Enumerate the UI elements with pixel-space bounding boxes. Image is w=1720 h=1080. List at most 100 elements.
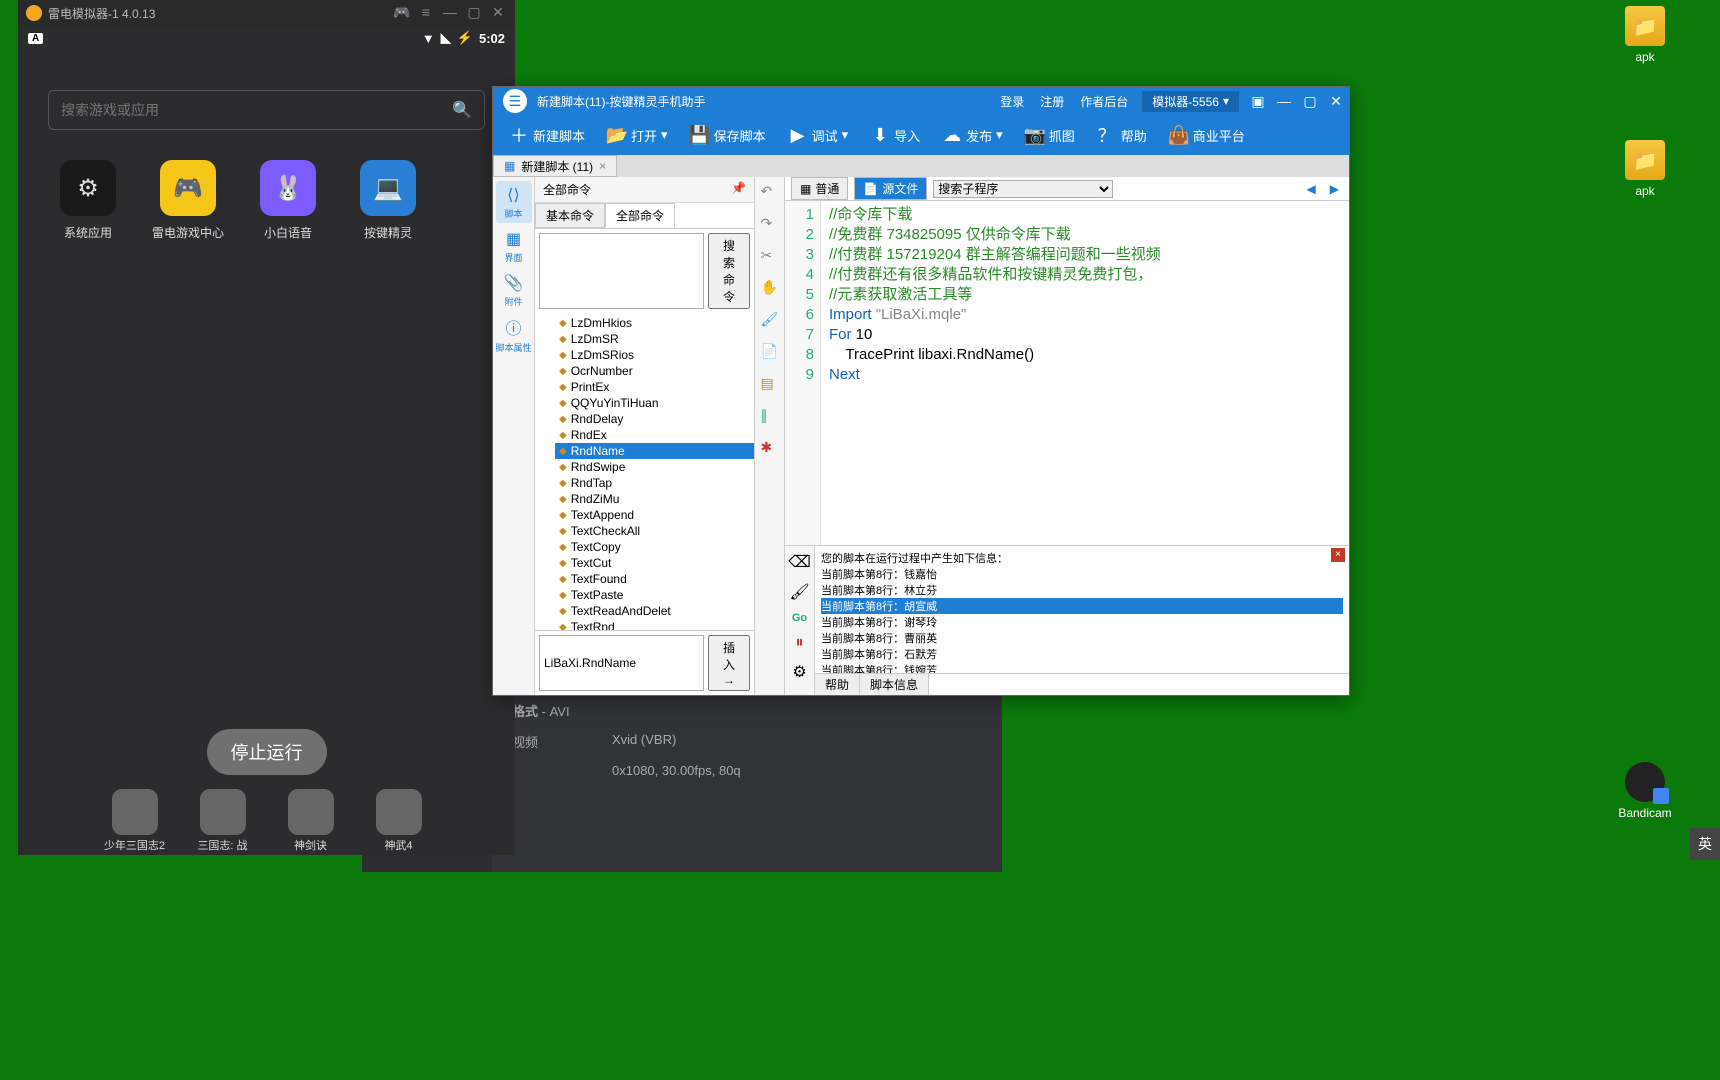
paint-icon[interactable]: 🖌 bbox=[761, 311, 779, 329]
command-item[interactable]: ◆TextCopy bbox=[555, 539, 754, 555]
pin-icon[interactable]: 📌 bbox=[731, 181, 746, 198]
view-normal[interactable]: ▦普通 bbox=[791, 177, 848, 200]
dock-app[interactable]: 神剑诀 bbox=[276, 789, 346, 855]
import-button[interactable]: ⬇导入 bbox=[860, 121, 930, 149]
app-icon[interactable]: 💻按键精灵 bbox=[348, 160, 428, 241]
hand-icon[interactable]: ✋ bbox=[761, 279, 779, 297]
link-login[interactable]: 登录 bbox=[1000, 93, 1024, 110]
dock-app[interactable]: 三国志: 战 bbox=[188, 789, 258, 855]
command-item[interactable]: ◆RndDelay bbox=[555, 411, 754, 427]
bug-icon[interactable]: ✱ bbox=[761, 439, 779, 457]
code-editor[interactable]: 123456789 //命令库下载//免费群 734825095 仅供命令库下载… bbox=[785, 201, 1349, 545]
command-item[interactable]: ◆TextRnd bbox=[555, 619, 754, 630]
undo-icon[interactable]: ↶ bbox=[761, 183, 779, 201]
command-item[interactable]: ◆RndZiMu bbox=[555, 491, 754, 507]
output-line[interactable]: 当前脚本第8行：曹丽英 bbox=[821, 630, 1343, 646]
app-icon[interactable]: 🐰小白语音 bbox=[248, 160, 328, 241]
cmd-selected-name[interactable] bbox=[539, 635, 704, 691]
command-item[interactable]: ◆QQYuYinTiHuan bbox=[555, 395, 754, 411]
output-tab-help[interactable]: 帮助 bbox=[815, 674, 860, 695]
sidebar-attach[interactable]: 📎附件 bbox=[496, 269, 532, 311]
view-source[interactable]: 📄源文件 bbox=[854, 177, 927, 200]
gamepad-icon[interactable]: 🎮 bbox=[393, 4, 411, 22]
search-icon[interactable]: 🔍 bbox=[452, 100, 472, 120]
output-line[interactable]: 当前脚本第8行：钱婉芳 bbox=[821, 662, 1343, 673]
cmd-tab-all[interactable]: 全部命令 bbox=[605, 203, 675, 228]
device-selector[interactable]: 模拟器-5556▾ bbox=[1142, 91, 1239, 112]
cut-icon[interactable]: ✂ bbox=[761, 247, 779, 265]
command-item[interactable]: ◆RndName bbox=[555, 443, 754, 459]
command-item[interactable]: ◆RndSwipe bbox=[555, 459, 754, 475]
language-bar[interactable]: 英 bbox=[1690, 828, 1720, 860]
command-item[interactable]: ◆LzDmSRios bbox=[555, 347, 754, 363]
cmd-tab-basic[interactable]: 基本命令 bbox=[535, 203, 605, 228]
help-button[interactable]: ？帮助 bbox=[1087, 121, 1157, 149]
command-item[interactable]: ◆TextCheckAll bbox=[555, 523, 754, 539]
output-tab-info[interactable]: 脚本信息 bbox=[860, 674, 929, 695]
command-item[interactable]: ◆LzDmHkios bbox=[555, 315, 754, 331]
output-line[interactable]: 当前脚本第8行：胡宣威 bbox=[821, 598, 1343, 614]
market-button[interactable]: 👜商业平台 bbox=[1159, 121, 1255, 149]
command-item[interactable]: ◆TextFound bbox=[555, 571, 754, 587]
link-author[interactable]: 作者后台 bbox=[1080, 93, 1128, 110]
editor-titlebar[interactable]: ☰ 新建脚本(11)-按键精灵手机助手 登录 注册 作者后台 模拟器-5556▾… bbox=[493, 87, 1349, 115]
publish-button[interactable]: ☁发布▾ bbox=[932, 121, 1013, 149]
close-tab-icon[interactable]: × bbox=[599, 159, 606, 173]
stop-icon[interactable]: ⏸ bbox=[795, 634, 803, 652]
settings-icon[interactable]: ⚙ bbox=[792, 662, 806, 682]
command-item[interactable]: ◆PrintEx bbox=[555, 379, 754, 395]
output-line[interactable]: 当前脚本第8行：林立芬 bbox=[821, 582, 1343, 598]
brush-icon[interactable]: 🖌 bbox=[789, 582, 809, 602]
dbl-slash-icon[interactable]: ∥ bbox=[761, 407, 779, 425]
minimize-icon[interactable]: — bbox=[1271, 88, 1297, 114]
debug-button[interactable]: ▶调试▾ bbox=[778, 121, 859, 149]
command-item[interactable]: ◆TextCut bbox=[555, 555, 754, 571]
command-item[interactable]: ◆TextReadAndDelet bbox=[555, 603, 754, 619]
save-button[interactable]: 💾保存脚本 bbox=[680, 121, 776, 149]
cmd-insert-button[interactable]: 插入→ bbox=[708, 635, 750, 691]
capture-button[interactable]: 📷抓图 bbox=[1015, 121, 1085, 149]
app-icon[interactable]: ⚙系统应用 bbox=[48, 160, 128, 241]
go-icon[interactable]: Go bbox=[792, 612, 807, 624]
link-register[interactable]: 注册 bbox=[1040, 93, 1064, 110]
output-line[interactable]: 当前脚本第8行：石默芳 bbox=[821, 646, 1343, 662]
search-input[interactable] bbox=[61, 102, 452, 118]
cmd-search-input[interactable] bbox=[539, 233, 704, 309]
open-button[interactable]: 📂打开▾ bbox=[597, 121, 678, 149]
cmd-search-button[interactable]: 搜索命令 bbox=[708, 233, 750, 309]
minimize-icon[interactable]: — bbox=[441, 4, 459, 22]
dock-app[interactable]: 少年三国志2 bbox=[100, 789, 170, 855]
maximize-icon[interactable]: ▢ bbox=[1297, 88, 1323, 114]
command-item[interactable]: ◆RndEx bbox=[555, 427, 754, 443]
desktop-icon-bandicam[interactable]: Bandicam bbox=[1610, 762, 1680, 820]
dock-app[interactable]: 神武4 bbox=[364, 789, 434, 855]
restore-icon[interactable]: ▣ bbox=[1245, 88, 1271, 114]
command-item[interactable]: ◆RndTap bbox=[555, 475, 754, 491]
command-item[interactable]: ◆TextPaste bbox=[555, 587, 754, 603]
nav-next-icon[interactable]: ▶ bbox=[1326, 182, 1343, 196]
code-lines[interactable]: //命令库下载//免费群 734825095 仅供命令库下载//付费群 1572… bbox=[821, 201, 1169, 545]
clear-icon[interactable]: ⌫ bbox=[788, 552, 811, 572]
file-tab[interactable]: ▦ 新建脚本 (11) × bbox=[493, 155, 617, 177]
output-line[interactable]: 当前脚本第8行：谢琴玲 bbox=[821, 614, 1343, 630]
redo-icon[interactable]: ↷ bbox=[761, 215, 779, 233]
desktop-icon-apk[interactable]: 📁 apk bbox=[1610, 6, 1680, 64]
app-icon[interactable]: 🎮雷电游戏中心 bbox=[148, 160, 228, 241]
command-list[interactable]: ◆LzDmHkios◆LzDmSR◆LzDmSRios◆OcrNumber◆Pr… bbox=[535, 313, 754, 630]
maximize-icon[interactable]: ▢ bbox=[465, 4, 483, 22]
doc-icon[interactable]: 📄 bbox=[761, 343, 779, 361]
desktop-icon-apk2[interactable]: 📁 apk bbox=[1610, 140, 1680, 198]
close-output-icon[interactable]: × bbox=[1331, 548, 1345, 562]
command-item[interactable]: ◆LzDmSR bbox=[555, 331, 754, 347]
layers-icon[interactable]: ▤ bbox=[761, 375, 779, 393]
new-script-button[interactable]: ＋新建脚本 bbox=[499, 121, 595, 149]
function-search-select[interactable]: 搜索子程序 bbox=[933, 180, 1113, 198]
close-icon[interactable]: ✕ bbox=[1323, 88, 1349, 114]
sidebar-ui[interactable]: ▦界面 bbox=[496, 225, 532, 267]
close-icon[interactable]: ✕ bbox=[489, 4, 507, 22]
sidebar-props[interactable]: ⓘ脚本属性 bbox=[496, 313, 532, 355]
command-item[interactable]: ◆TextAppend bbox=[555, 507, 754, 523]
emulator-titlebar[interactable]: 雷电模拟器-1 4.0.13 🎮 ≡ — ▢ ✕ bbox=[18, 0, 515, 26]
menu-icon[interactable]: ≡ bbox=[417, 4, 435, 22]
output-line[interactable]: 当前脚本第8行：钱嘉怡 bbox=[821, 566, 1343, 582]
